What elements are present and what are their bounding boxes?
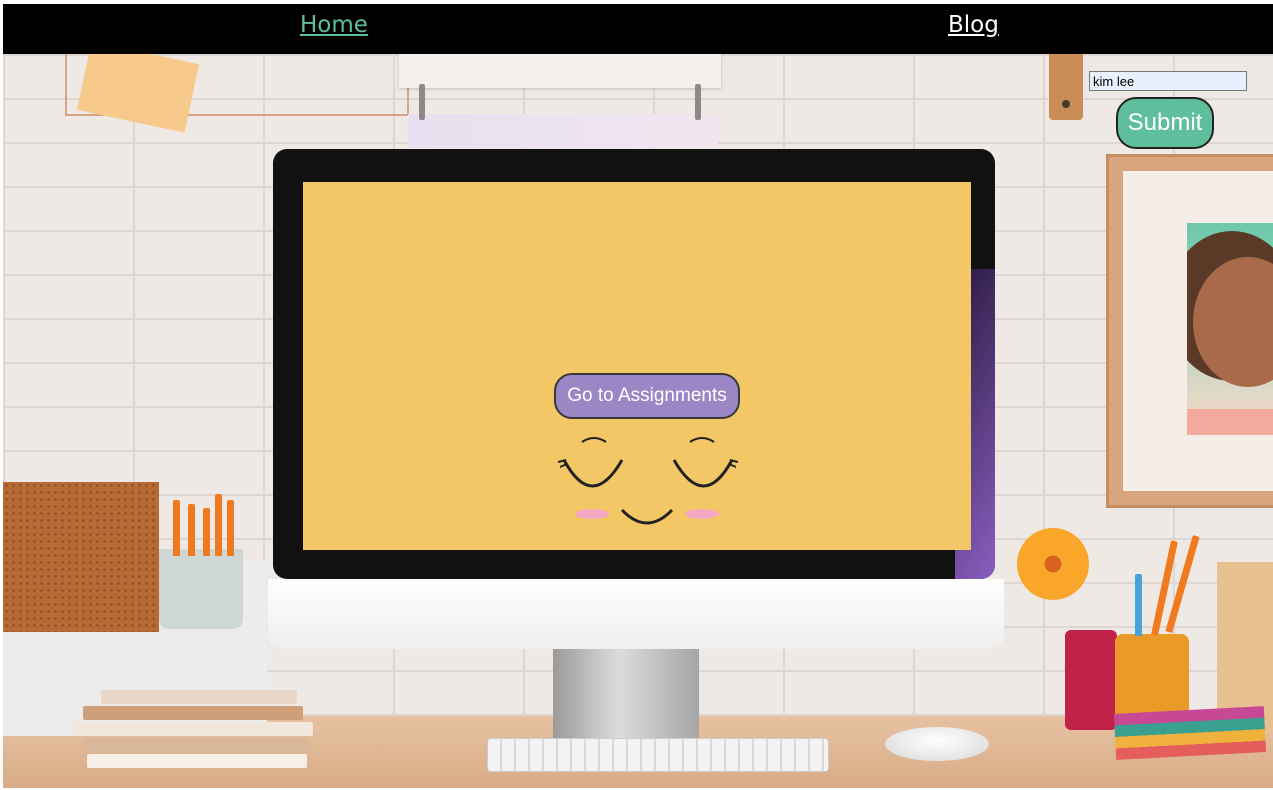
colored-paper-stack [1113, 706, 1267, 760]
pencil [188, 504, 195, 556]
hanging-paper [399, 54, 721, 88]
right-eyebrow [689, 437, 715, 443]
pencil [203, 508, 210, 556]
right-eye [672, 459, 734, 488]
cork-board [3, 482, 159, 632]
pencil-cup [159, 549, 243, 629]
left-blush [575, 509, 609, 519]
wall-hook [1049, 54, 1083, 120]
picture-frame [1106, 154, 1273, 508]
monitor-chin [268, 579, 1004, 649]
left-eyebrow [581, 437, 607, 443]
pencil [1135, 574, 1142, 636]
portrait-illustration [1187, 223, 1273, 435]
left-eye [562, 459, 624, 488]
keyboard [487, 738, 829, 772]
red-jar [1065, 630, 1117, 730]
top-navigation-bar: Home Blog [3, 4, 1273, 54]
desk-background-scene [3, 54, 1273, 788]
right-blush [685, 509, 719, 519]
sleepy-smiley-face-icon [557, 437, 739, 525]
submit-button[interactable]: Submit [1116, 97, 1214, 149]
color-swatch-strip [408, 114, 718, 148]
pencil [173, 500, 180, 556]
name-input[interactable] [1089, 71, 1247, 91]
mouse [885, 727, 989, 761]
paper-clip [419, 84, 425, 120]
orange-flower [1017, 528, 1089, 600]
book-stack [73, 690, 317, 776]
nav-link-home[interactable]: Home [300, 12, 368, 38]
smile-mouth [620, 508, 674, 525]
pencil [215, 494, 222, 556]
paper-clip [695, 84, 701, 120]
monitor-stand [553, 649, 699, 739]
go-to-assignments-button[interactable]: Go to Assignments [554, 373, 740, 419]
nav-link-blog[interactable]: Blog [948, 12, 999, 38]
pencil [227, 500, 234, 556]
